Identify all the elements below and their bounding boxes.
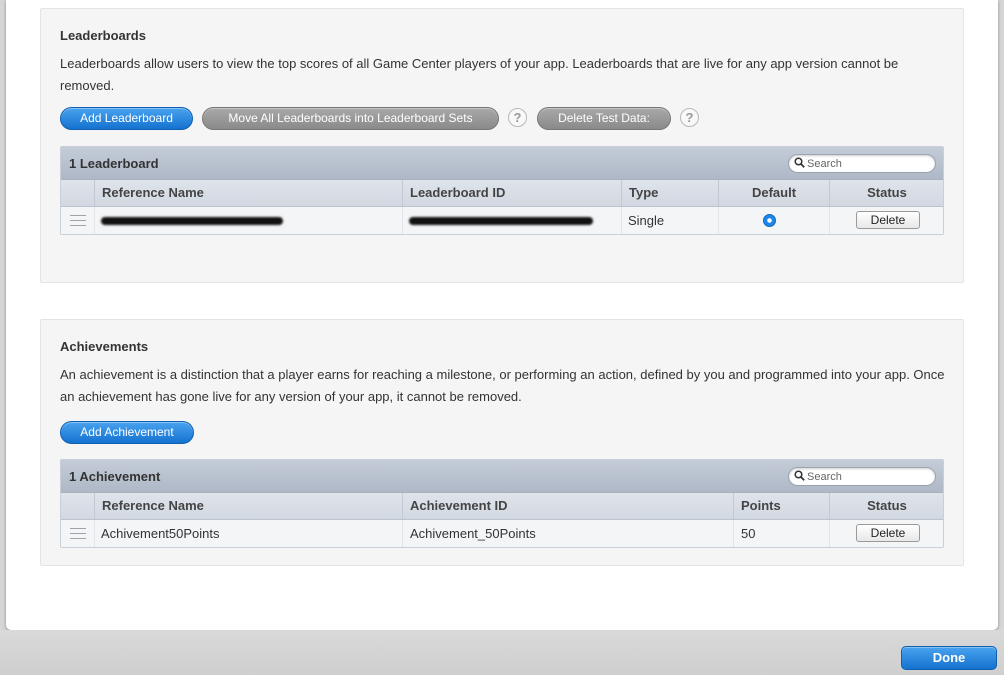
- leaderboard-search[interactable]: [788, 154, 936, 173]
- table-row[interactable]: Achivement50Points Achivement_50Points 5…: [61, 520, 943, 547]
- status-cell: Delete: [829, 207, 944, 234]
- status-cell: Delete: [829, 520, 944, 547]
- column-header-status[interactable]: Status: [829, 180, 944, 206]
- add-leaderboard-button[interactable]: Add Leaderboard: [60, 107, 193, 130]
- column-header[interactable]: [61, 180, 94, 206]
- achievements-description: An achievement is a distinction that a p…: [60, 367, 945, 404]
- drag-handle-icon[interactable]: [70, 528, 86, 539]
- leaderboards-description: Leaderboards allow users to view the top…: [60, 56, 899, 93]
- done-button[interactable]: Done: [901, 646, 997, 670]
- drag-handle-icon[interactable]: [70, 215, 86, 226]
- help-icon[interactable]: ?: [508, 108, 527, 127]
- search-icon: [794, 157, 805, 168]
- column-header-reference-name[interactable]: Reference Name: [94, 180, 402, 206]
- modal-sheet: Leaderboards Leaderboards allow users to…: [6, 0, 998, 630]
- leaderboards-title: Leaderboards: [60, 28, 146, 43]
- leaderboard-search-input[interactable]: [807, 156, 927, 171]
- type-cell: Single: [621, 207, 718, 234]
- default-cell: [718, 207, 829, 234]
- search-icon: [794, 470, 805, 481]
- achievements-table: 1 Achievement Reference Name Achievement…: [60, 459, 944, 548]
- redacted-text: [101, 217, 283, 225]
- column-header-achievement-id[interactable]: Achievement ID: [402, 493, 733, 519]
- bottom-bar: [0, 630, 1004, 675]
- column-header-points[interactable]: Points: [733, 493, 829, 519]
- delete-test-data-button[interactable]: Delete Test Data:: [537, 107, 671, 130]
- column-header[interactable]: [61, 493, 94, 519]
- reference-name-cell: [94, 207, 402, 234]
- leaderboards-panel: Leaderboards Leaderboards allow users to…: [40, 8, 964, 283]
- table-row[interactable]: Single Delete: [61, 207, 943, 234]
- achievement-search[interactable]: [788, 467, 936, 486]
- add-achievement-button[interactable]: Add Achievement: [60, 421, 194, 444]
- achievements-title: Achievements: [60, 339, 149, 354]
- achievement-id-cell: Achivement_50Points: [402, 520, 733, 547]
- achievements-panel: Achievements An achievement is a distinc…: [40, 319, 964, 566]
- leaderboard-count: 1 Leaderboard: [69, 156, 159, 171]
- table-header: 1 Leaderboard: [61, 147, 943, 180]
- column-header-row: Reference Name Leaderboard ID Type Defau…: [61, 180, 943, 207]
- table-header: 1 Achievement: [61, 460, 943, 493]
- delete-button[interactable]: Delete: [856, 211, 920, 229]
- column-header-type[interactable]: Type: [621, 180, 718, 206]
- redacted-text: [409, 217, 593, 225]
- help-icon[interactable]: ?: [680, 108, 699, 127]
- column-header-reference-name[interactable]: Reference Name: [94, 493, 402, 519]
- column-header-leaderboard-id[interactable]: Leaderboard ID: [402, 180, 621, 206]
- column-header-row: Reference Name Achievement ID Points Sta…: [61, 493, 943, 520]
- achievement-count: 1 Achievement: [69, 469, 161, 484]
- column-header-default[interactable]: Default: [718, 180, 829, 206]
- achievement-search-input[interactable]: [807, 469, 927, 484]
- leaderboard-id-cell: [402, 207, 621, 234]
- column-header-status[interactable]: Status: [829, 493, 944, 519]
- default-radio[interactable]: [763, 214, 776, 227]
- leaderboards-table: 1 Leaderboard Reference Name Leaderboard…: [60, 146, 944, 235]
- points-cell: 50: [733, 520, 829, 547]
- move-leaderboards-button[interactable]: Move All Leaderboards into Leaderboard S…: [202, 107, 499, 130]
- delete-button[interactable]: Delete: [856, 524, 920, 542]
- reference-name-cell: Achivement50Points: [94, 520, 402, 547]
